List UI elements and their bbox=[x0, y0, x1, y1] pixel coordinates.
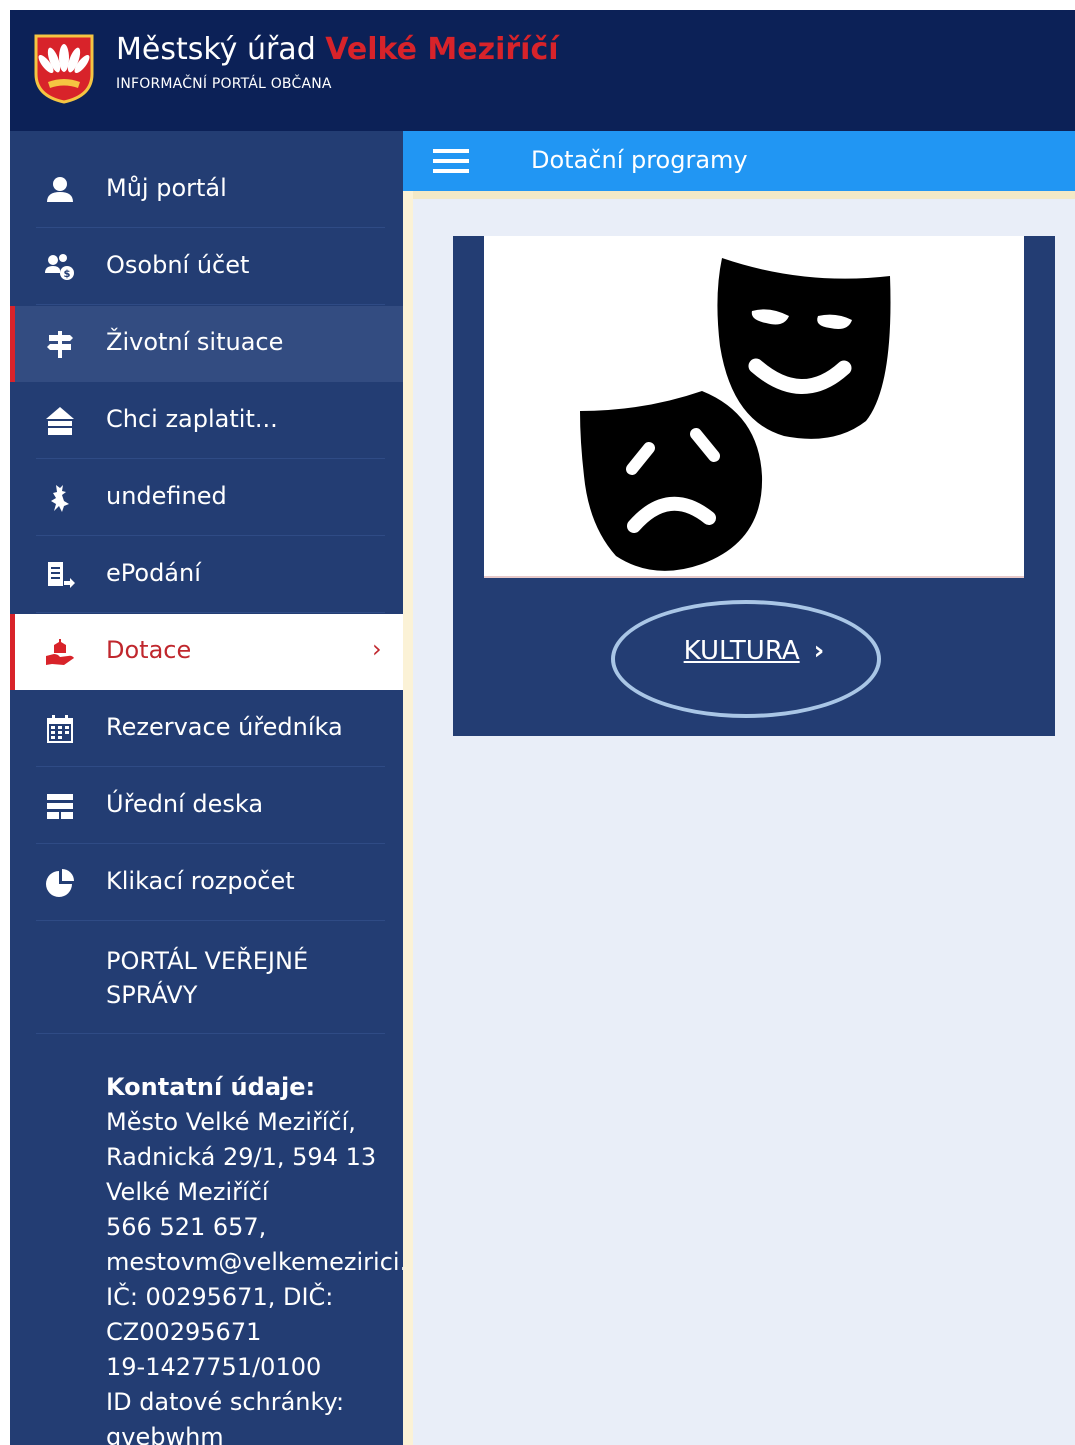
document-send-icon bbox=[48, 562, 75, 588]
site-header: Městský úřad Velké Meziříčí INFORMAČNÍ P… bbox=[10, 10, 1075, 131]
sidebar-item-epodani[interactable]: ePodání bbox=[10, 537, 403, 613]
contact-line: Radnická 29/1, 594 13 bbox=[106, 1143, 377, 1171]
money-hand-icon bbox=[46, 639, 74, 665]
title-main: Městský úřad bbox=[116, 32, 316, 67]
content-edge bbox=[403, 191, 413, 1445]
sidebar-item-label: Chci zaplatit... bbox=[106, 405, 278, 433]
portal-label-line: SPRÁVY bbox=[106, 981, 198, 1009]
divider bbox=[36, 227, 385, 228]
divider bbox=[36, 535, 385, 536]
sidebar-item-label: Životní situace bbox=[106, 328, 284, 356]
program-card-kultura[interactable]: KULTURA › bbox=[453, 236, 1055, 736]
sidebar-item-label: Osobní účet bbox=[106, 251, 250, 279]
contact-line: CZ00295671 bbox=[106, 1318, 262, 1346]
sidebar-item-label: Klikací rozpočet bbox=[106, 867, 295, 895]
page-title: Dotační programy bbox=[531, 146, 748, 174]
theatre-masks-icon bbox=[580, 258, 891, 571]
site-title[interactable]: Městský úřad Velké Meziříčí bbox=[116, 32, 559, 67]
card-image[interactable] bbox=[484, 236, 1024, 578]
sidebar-item-rezervace-urednika[interactable]: Rezervace úředníka bbox=[10, 691, 403, 767]
app-frame: Městský úřad Velké Meziříčí INFORMAČNÍ P… bbox=[10, 10, 1075, 1445]
site-subtitle: INFORMAČNÍ PORTÁL OBČANA bbox=[116, 76, 332, 92]
divider bbox=[36, 843, 385, 844]
sidebar-item-portal-verejne-spravy[interactable]: PORTÁL VEŘEJNÉ SPRÁVY bbox=[106, 944, 308, 1012]
contact-line: ID datové schránky: bbox=[106, 1388, 345, 1416]
highlight-ellipse bbox=[611, 600, 881, 718]
sidebar-item-dotace[interactable]: Dotace › bbox=[10, 614, 403, 690]
topbar-shadow bbox=[403, 191, 1075, 199]
sidebar-item-label: ePodání bbox=[106, 559, 201, 587]
sidebar-nav: Můj portál $ Osobní účet Životní situace bbox=[10, 131, 403, 1445]
hamburger-menu-icon[interactable] bbox=[433, 149, 469, 173]
sidebar-item-muj-portal[interactable]: Můj portál bbox=[10, 152, 403, 228]
calendar-icon bbox=[47, 715, 73, 743]
divider bbox=[36, 920, 385, 921]
contact-phone: 566 521 657, bbox=[106, 1213, 267, 1241]
active-indicator bbox=[10, 306, 15, 382]
user-icon bbox=[47, 177, 73, 202]
divider bbox=[36, 766, 385, 767]
coat-of-arms-icon[interactable] bbox=[34, 34, 94, 104]
board-icon bbox=[47, 794, 73, 819]
payment-tray-icon bbox=[46, 407, 74, 435]
sidebar-item-label: undefined bbox=[106, 482, 227, 510]
users-account-icon: $ bbox=[45, 254, 74, 280]
divider bbox=[36, 612, 385, 613]
divider bbox=[36, 458, 385, 459]
title-accent: Velké Meziříčí bbox=[325, 32, 559, 67]
contact-title: Kontatní údaje: bbox=[106, 1073, 316, 1101]
contact-info: Kontatní údaje: Město Velké Meziříčí, Ra… bbox=[106, 1070, 403, 1445]
contact-data-box-id: gvebwhm bbox=[106, 1423, 224, 1445]
sidebar-item-uredni-deska[interactable]: Úřední deska bbox=[10, 768, 403, 844]
sidebar-item-chci-zaplatit[interactable]: Chci zaplatit... bbox=[10, 383, 403, 459]
svg-text:$: $ bbox=[64, 269, 71, 280]
contact-email[interactable]: mestovm@velkemezirici.cz bbox=[106, 1245, 403, 1280]
lion-emblem-icon bbox=[51, 485, 69, 512]
contact-line: Město Velké Meziříčí, bbox=[106, 1108, 356, 1136]
chevron-right-icon: › bbox=[372, 635, 382, 663]
signpost-icon bbox=[47, 331, 73, 358]
sidebar-item-label: Úřední deska bbox=[106, 790, 264, 818]
sidebar-item-klikaci-rozpocet[interactable]: Klikací rozpočet bbox=[10, 845, 403, 921]
active-indicator bbox=[10, 614, 15, 690]
contact-line: Velké Meziříčí bbox=[106, 1178, 269, 1206]
divider bbox=[36, 304, 385, 305]
sidebar-item-label: Dotace bbox=[106, 636, 192, 664]
sidebar-item-undefined[interactable]: undefined bbox=[10, 460, 403, 536]
sidebar-item-label: Rezervace úředníka bbox=[106, 713, 343, 741]
content-topbar: Dotační programy bbox=[403, 131, 1075, 191]
contact-line: IČ: 00295671, DIČ: bbox=[106, 1283, 334, 1311]
sidebar-item-label: Můj portál bbox=[106, 174, 227, 202]
divider bbox=[36, 1033, 385, 1034]
sidebar-item-osobni-ucet[interactable]: $ Osobní účet bbox=[10, 229, 403, 305]
contact-bank-account: 19-1427751/0100 bbox=[106, 1353, 322, 1381]
pie-chart-icon bbox=[46, 869, 74, 897]
sidebar-item-zivotni-situace[interactable]: Životní situace bbox=[10, 306, 403, 382]
portal-label-line: PORTÁL VEŘEJNÉ bbox=[106, 947, 309, 975]
